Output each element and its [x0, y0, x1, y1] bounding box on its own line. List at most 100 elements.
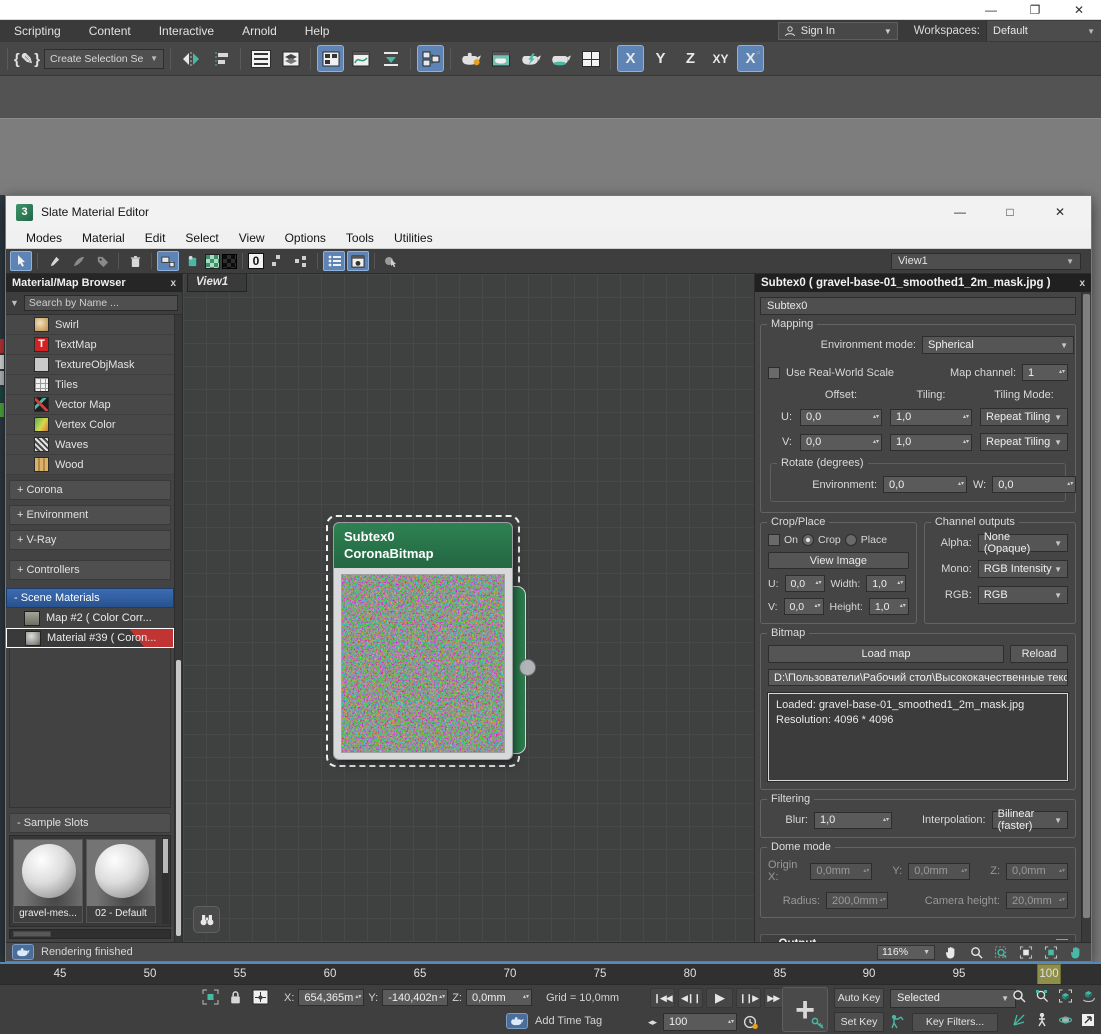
slate-close-button[interactable]: ✕	[1039, 205, 1081, 219]
drag-handle-icon[interactable]	[1056, 939, 1068, 942]
zoom-region-button[interactable]	[992, 944, 1010, 960]
map-item-waves[interactable]: Waves	[6, 435, 174, 455]
sign-in-dropdown[interactable]: Sign In ▼	[778, 22, 898, 40]
node-bitmap-preview[interactable]	[341, 574, 505, 753]
view-tab[interactable]: View1	[187, 274, 247, 292]
map-item-swirl[interactable]: Swirl	[6, 315, 174, 335]
scrollbar-thumb[interactable]	[13, 931, 51, 937]
x-coord-field[interactable]: 654,365mm▴▾	[298, 989, 364, 1006]
add-time-tag-label[interactable]: Add Time Tag	[535, 1015, 602, 1027]
y-coord-field[interactable]: -140,402m▴▾	[382, 989, 448, 1006]
axis-constraint-x-button[interactable]: X	[617, 45, 644, 72]
layout-vertical-button[interactable]	[266, 251, 288, 271]
pan-active-button[interactable]	[1067, 944, 1085, 960]
slate-menu-view[interactable]: View	[229, 231, 275, 245]
menu-interactive[interactable]: Interactive	[145, 24, 228, 38]
walk-through-icon[interactable]	[1033, 1012, 1051, 1028]
slate-titlebar[interactable]: 3 Slate Material Editor — □ ✕	[6, 196, 1091, 228]
spinner-arrows-icon[interactable]: ▴▾	[813, 581, 821, 586]
show-background-button[interactable]	[205, 254, 220, 269]
key-filter-figure-icon[interactable]	[890, 1015, 906, 1030]
scrollbar-thumb[interactable]	[176, 660, 181, 936]
node-body[interactable]: Subtex0 CoronaBitmap	[333, 522, 513, 760]
axis-constraint-edit-button[interactable]: X⌕	[737, 45, 764, 72]
spinner-arrows-icon[interactable]: ▴▾	[961, 415, 969, 420]
u-tiling-mode-dropdown[interactable]: Repeat Tiling▼	[980, 408, 1068, 426]
v-offset-spinner[interactable]: 0,0▴▾	[800, 434, 882, 451]
current-frame-field[interactable]: 100▴▾	[663, 1013, 737, 1031]
crop-width-spinner[interactable]: 1,0▴▾	[866, 575, 906, 592]
play-button[interactable]: ▶	[706, 988, 733, 1008]
navigator-button[interactable]	[193, 906, 220, 933]
view-selector-dropdown[interactable]: View1 ▼	[891, 253, 1081, 270]
pan-tool-button[interactable]	[942, 944, 960, 960]
node-header[interactable]: Subtex0 CoronaBitmap	[334, 523, 512, 568]
show-end-result-button[interactable]	[222, 254, 237, 269]
assign-material-to-selection-button[interactable]	[157, 251, 179, 271]
dope-sheet-button[interactable]	[377, 45, 404, 72]
slate-menu-utilities[interactable]: Utilities	[384, 231, 443, 245]
maxscript-button[interactable]: {✎}	[14, 45, 41, 72]
group-controllers[interactable]: + Controllers	[9, 560, 171, 580]
sample-slot[interactable]: 02 - Default	[86, 839, 156, 923]
output-rollout[interactable]: ▸ Output	[760, 934, 1076, 942]
coronabitmap-node[interactable]: Subtex0 CoronaBitmap	[333, 522, 513, 760]
group-vray[interactable]: + V-Ray	[9, 530, 171, 550]
rendered-frame-window-button[interactable]	[487, 45, 514, 72]
alpha-dropdown[interactable]: None (Opaque)▼	[978, 534, 1068, 552]
spinner-arrows-icon[interactable]: ▴▾	[521, 995, 529, 1000]
delete-selected-button[interactable]	[124, 251, 146, 271]
orbit-camera-icon[interactable]	[1056, 1012, 1074, 1028]
transform-gizmo-icon[interactable]	[252, 989, 269, 1005]
interpolation-dropdown[interactable]: Bilinear (faster)▼	[992, 811, 1068, 829]
put-to-library-button[interactable]	[91, 251, 113, 271]
browser-options-icon[interactable]: ▼	[10, 298, 19, 308]
load-map-button[interactable]: Load map	[768, 645, 1004, 663]
map-item-vector-map[interactable]: Vector Map	[6, 395, 174, 415]
scene-explorer-button[interactable]	[247, 45, 274, 72]
go-to-start-button[interactable]: ❙◀◀	[650, 988, 675, 1008]
sample-slots-scrollbar[interactable]	[162, 838, 169, 924]
slate-maximize-button[interactable]: □	[989, 205, 1031, 219]
track-bar[interactable]: 45 50 55 60 65 70 75 80 85 90 95 100	[0, 962, 1101, 984]
layout-horizontal-button[interactable]	[290, 251, 312, 271]
search-input[interactable]	[24, 295, 178, 311]
map-channel-spinner[interactable]: 1▴▾	[1022, 364, 1068, 381]
slate-minimize-button[interactable]: —	[939, 205, 981, 219]
zoom-all-icon[interactable]	[1033, 988, 1051, 1004]
layer-explorer-button[interactable]	[277, 45, 304, 72]
previous-frame-button[interactable]: ◀❙❙	[678, 988, 703, 1008]
scrollbar-thumb[interactable]	[1083, 294, 1090, 918]
workspace-dropdown[interactable]: Default ▼	[986, 21, 1101, 41]
pick-material-button[interactable]	[43, 251, 65, 271]
parameter-header[interactable]: Subtex0 ( gravel-base-01_smoothed1_2m_ma…	[755, 274, 1091, 292]
axis-constraint-y-button[interactable]: Y	[647, 45, 674, 72]
render-setup-button[interactable]	[457, 45, 484, 72]
zoom-tool-button[interactable]	[967, 944, 985, 960]
key-filters-button[interactable]: Key Filters...	[912, 1013, 998, 1032]
spinner-arrows-icon[interactable]: ▴▾	[1057, 370, 1065, 375]
view-image-button[interactable]: View Image	[768, 552, 909, 569]
group-sample-slots[interactable]: - Sample Slots	[9, 813, 171, 833]
window-restore-button[interactable]: ❐	[1013, 3, 1057, 17]
make-unique-button[interactable]	[67, 251, 89, 271]
set-key-button[interactable]: Set Key	[834, 1012, 884, 1032]
spinner-arrows-icon[interactable]: ▴▾	[437, 995, 445, 1000]
blur-spinner[interactable]: 1,0▴▾	[814, 812, 892, 829]
scrollbar-thumb[interactable]	[163, 839, 168, 873]
browser-close-icon[interactable]: x	[170, 278, 176, 289]
menu-scripting[interactable]: Scripting	[0, 24, 75, 38]
material-editor-window-button[interactable]	[317, 45, 344, 72]
next-frame-button[interactable]: ❙❙▶	[736, 988, 761, 1008]
slate-menu-modes[interactable]: Modes	[16, 231, 72, 245]
menu-content[interactable]: Content	[75, 24, 145, 38]
window-close-button[interactable]: ✕	[1057, 3, 1101, 17]
toggle-browser-panel-button[interactable]	[323, 251, 345, 271]
group-corona[interactable]: + Corona	[9, 480, 171, 500]
spinner-arrows-icon[interactable]: ▴▾	[895, 581, 903, 586]
select-tool-button[interactable]	[10, 251, 32, 271]
v-tiling-mode-dropdown[interactable]: Repeat Tiling▼	[980, 433, 1068, 451]
group-environment[interactable]: + Environment	[9, 505, 171, 525]
v-tiling-spinner[interactable]: 1,0▴▾	[890, 434, 972, 451]
group-scene-materials[interactable]: - Scene Materials	[6, 588, 174, 608]
